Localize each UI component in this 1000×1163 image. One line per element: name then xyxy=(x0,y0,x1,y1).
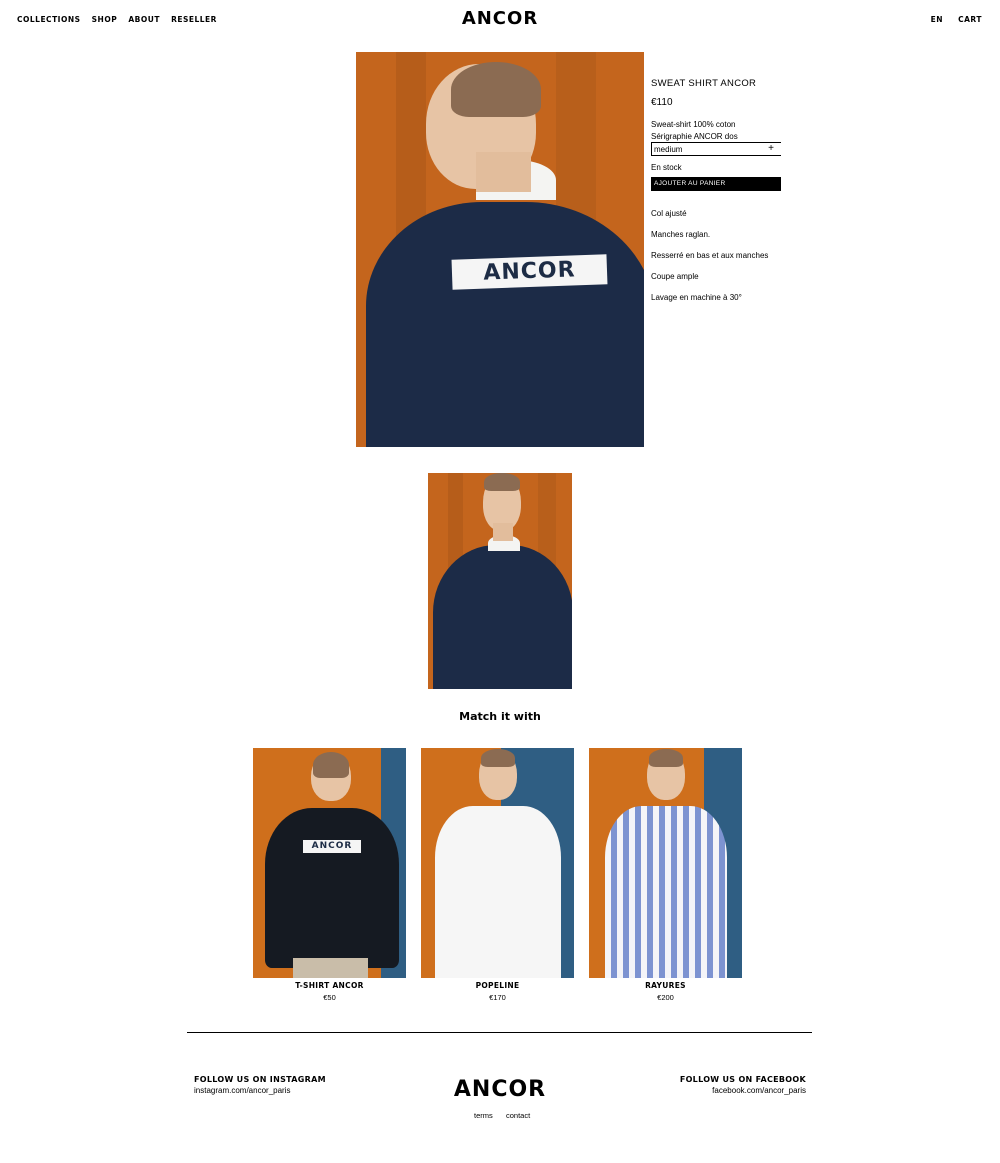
match-item-name[interactable]: T-SHIRT ANCOR xyxy=(253,981,406,990)
sweatshirt-print: ANCOR xyxy=(451,254,608,290)
striped-shirt xyxy=(605,806,727,978)
contact-link[interactable]: contact xyxy=(506,1111,530,1120)
header-actions: EN CART xyxy=(919,15,982,24)
feature-2: Manches raglan. xyxy=(651,230,711,239)
facebook-label: FOLLOW US ON FACEBOOK xyxy=(679,1075,806,1084)
site-logo[interactable]: ANCOR xyxy=(0,8,1000,29)
match-item-rayures-photo[interactable] xyxy=(589,748,742,978)
feature-5: Lavage en machine à 30° xyxy=(651,293,742,302)
footer-divider xyxy=(187,1032,812,1033)
facebook-link[interactable]: facebook.com/ancor_paris xyxy=(712,1086,806,1095)
tshirt-print: ANCOR xyxy=(303,840,361,853)
match-item-popeline-photo[interactable] xyxy=(421,748,574,978)
match-item-price: €200 xyxy=(657,993,674,1002)
product-title: SWEAT SHIRT ANCOR xyxy=(651,78,757,89)
plus-icon[interactable]: + xyxy=(768,143,774,154)
match-item-name[interactable]: RAYURES xyxy=(589,981,742,990)
match-section-title: Match it with xyxy=(459,710,541,723)
product-price: €110 xyxy=(651,97,673,108)
add-to-cart-button[interactable]: AJOUTER AU PANIER xyxy=(651,177,781,191)
cart-link[interactable]: CART xyxy=(958,15,982,24)
footer-logo[interactable]: ANCOR xyxy=(0,1077,1000,1102)
terms-link[interactable]: terms xyxy=(474,1111,493,1120)
feature-3: Resserré en bas et aux manches xyxy=(651,251,769,260)
match-item-price: €50 xyxy=(323,993,336,1002)
match-item-name[interactable]: POPELINE xyxy=(421,981,574,990)
product-desc-2: Sérigraphie ANCOR dos xyxy=(651,132,738,141)
match-item-price: €170 xyxy=(489,993,506,1002)
product-main-photo[interactable]: ANCOR xyxy=(356,52,644,447)
feature-4: Coupe ample xyxy=(651,272,699,281)
product-secondary-photo[interactable] xyxy=(428,473,572,689)
product-desc-1: Sweat-shirt 100% coton xyxy=(651,120,736,129)
size-select[interactable]: medium + xyxy=(651,142,781,156)
match-item-tshirt-photo[interactable]: ANCOR xyxy=(253,748,406,978)
feature-1: Col ajusté xyxy=(651,209,687,218)
language-switch[interactable]: EN xyxy=(931,15,943,24)
stock-status: En stock xyxy=(651,163,682,172)
size-value: medium xyxy=(654,145,683,154)
